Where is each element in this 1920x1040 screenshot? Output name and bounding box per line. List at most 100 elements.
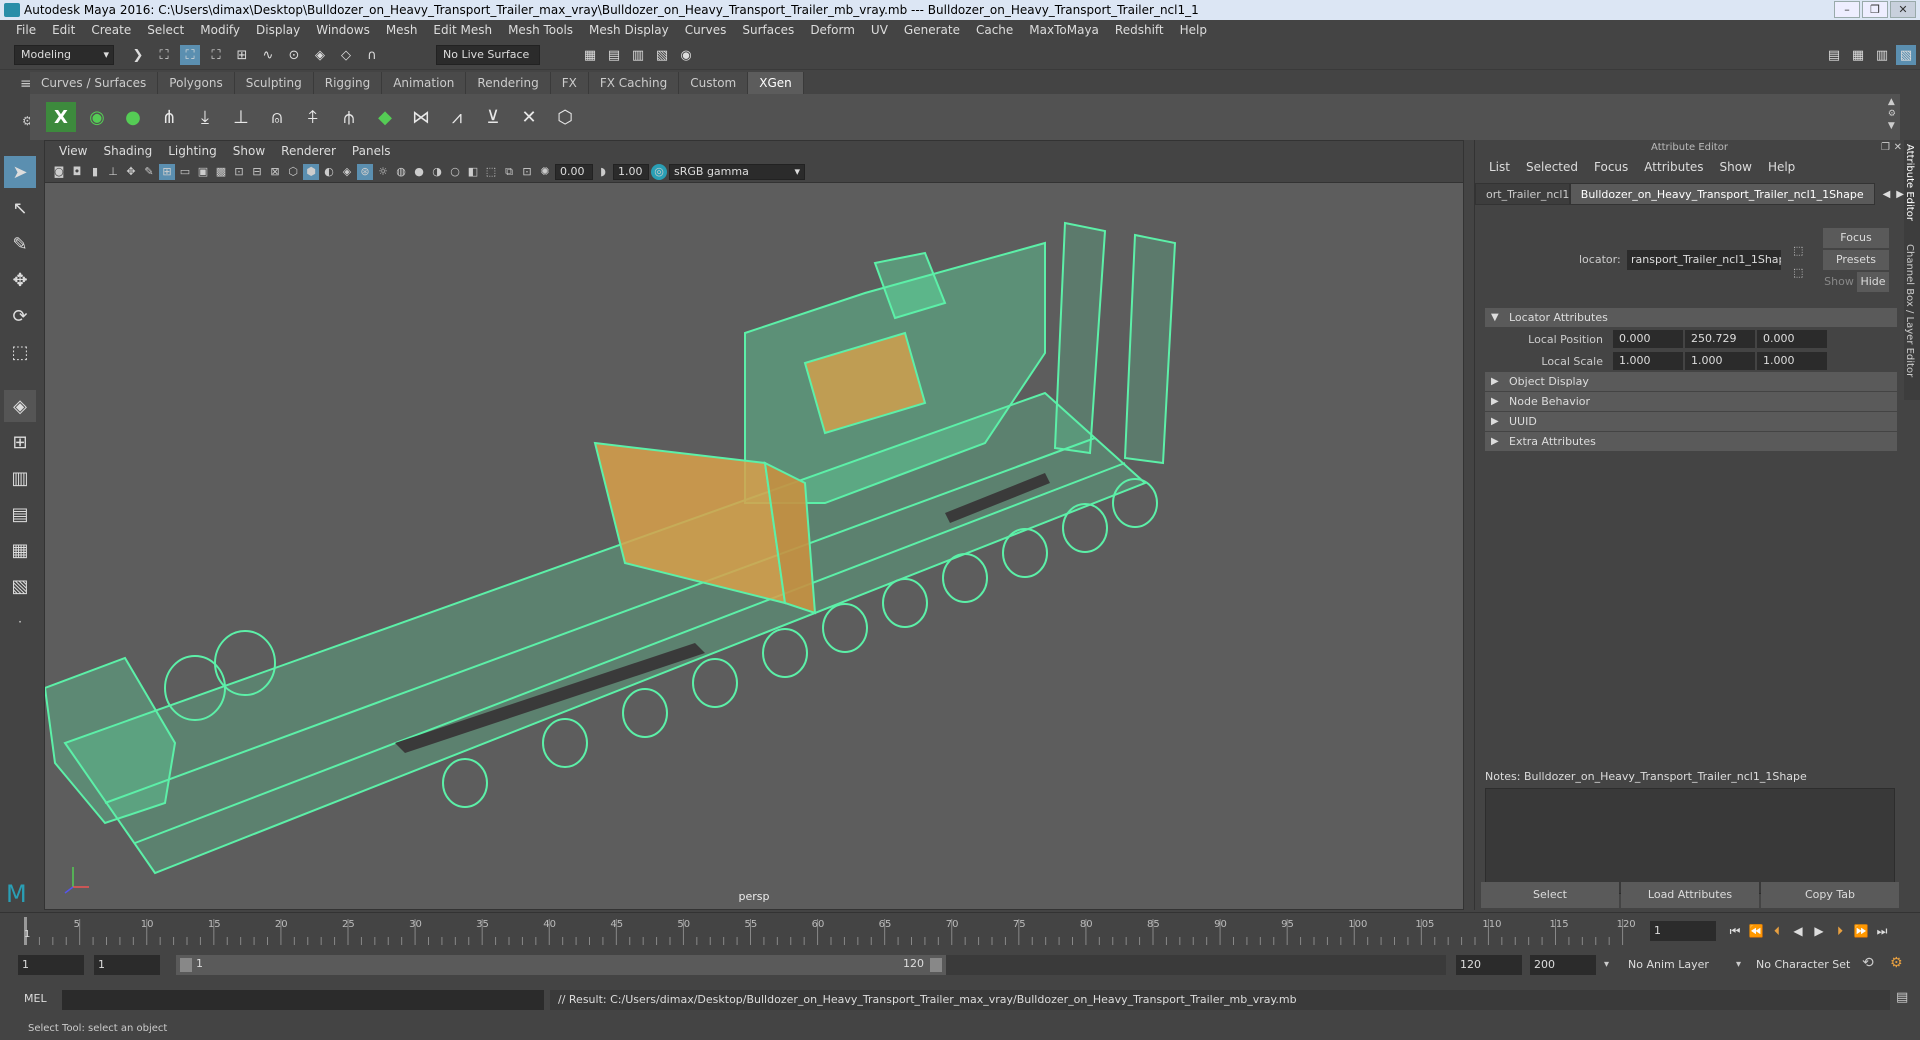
- menu-modify[interactable]: Modify: [192, 23, 248, 37]
- attribute-editor-toggle-icon[interactable]: ▦: [1848, 45, 1868, 65]
- graph-editor-layout-icon[interactable]: ▦: [4, 534, 36, 566]
- select-button[interactable]: Select: [1481, 882, 1619, 908]
- maximize-button[interactable]: ❐: [1862, 1, 1888, 18]
- magnet-icon[interactable]: ∩: [362, 45, 382, 65]
- range-slider-end-handle[interactable]: [930, 958, 942, 972]
- viewport-menu-view[interactable]: View: [51, 144, 95, 158]
- scale-tool-icon[interactable]: ⬚: [4, 336, 36, 368]
- node-preset-icon[interactable]: ⬚: [1793, 266, 1803, 279]
- safe-action-icon[interactable]: ⊟: [249, 164, 265, 180]
- smooth-shade-icon[interactable]: ⬢: [303, 163, 319, 180]
- live-surface-field[interactable]: No Live Surface: [436, 45, 540, 65]
- animation-prefs-icon[interactable]: ⚙: [1890, 955, 1903, 971]
- float-panel-icon[interactable]: ❐: [1881, 142, 1890, 153]
- anim-layer-dropdown[interactable]: No Anim Layer: [1624, 955, 1736, 975]
- outliner-layout-icon[interactable]: ▤: [4, 498, 36, 530]
- move-tool-icon[interactable]: ✥: [4, 264, 36, 296]
- color-space-dropdown[interactable]: sRGB gamma ▾: [669, 163, 805, 180]
- xgen-cut-icon[interactable]: ⊻: [478, 102, 508, 132]
- ae-menu-help[interactable]: Help: [1760, 160, 1803, 174]
- render-current-icon[interactable]: ▤: [604, 45, 624, 65]
- close-button[interactable]: ✕: [1890, 1, 1916, 18]
- script-editor-icon[interactable]: ▤: [1896, 990, 1908, 1005]
- xgen-lock-icon[interactable]: ⍏: [298, 102, 328, 132]
- xgen-window-icon[interactable]: X: [46, 102, 76, 132]
- two-view-layout-icon[interactable]: ▥: [4, 462, 36, 494]
- single-perspective-layout-icon[interactable]: ◈: [4, 390, 36, 422]
- use-all-lights-icon[interactable]: ⊛: [357, 163, 373, 180]
- shadows-icon[interactable]: ☼: [375, 164, 391, 180]
- wireframe-on-shaded-icon[interactable]: ◐: [321, 164, 337, 180]
- exposure-field[interactable]: 0.00: [555, 163, 593, 180]
- gamma-field[interactable]: 1.00: [613, 163, 649, 180]
- shelf-tab-xgen[interactable]: XGen: [748, 72, 804, 94]
- xgen-comb-icon[interactable]: ⩘: [442, 102, 472, 132]
- section-locator-attributes[interactable]: ▼ Locator Attributes: [1485, 308, 1897, 328]
- camera-attributes-icon[interactable]: ◘: [69, 164, 85, 180]
- viewport-menu-shading[interactable]: Shading: [95, 144, 160, 158]
- menu-maxtomaya[interactable]: MaxToMaya: [1021, 23, 1107, 37]
- range-slider-track[interactable]: [946, 955, 1446, 975]
- viewport-menu-lighting[interactable]: Lighting: [160, 144, 225, 158]
- range-slider[interactable]: 1 120: [176, 955, 946, 975]
- menu-uv[interactable]: UV: [863, 23, 896, 37]
- side-tab-channel-box[interactable]: Channel Box / Layer Editor: [1904, 240, 1915, 377]
- menu-mesh-tools[interactable]: Mesh Tools: [500, 23, 581, 37]
- shelf-tab-fx[interactable]: FX: [550, 72, 589, 94]
- gamma-icon[interactable]: ◗: [595, 164, 611, 180]
- menu-file[interactable]: File: [8, 23, 44, 37]
- copy-tab-button[interactable]: Copy Tab: [1761, 882, 1899, 908]
- two-d-pan-icon[interactable]: ✥: [123, 164, 139, 180]
- isolate-select-icon[interactable]: ◧: [465, 164, 481, 180]
- channel-box-toggle-icon[interactable]: ▧: [1896, 45, 1916, 65]
- script-language-toggle[interactable]: MEL: [24, 992, 47, 1005]
- shelf-tab-rigging[interactable]: Rigging: [313, 72, 383, 94]
- xray-icon[interactable]: ⬚: [483, 164, 499, 180]
- anim-layer-chevron-icon[interactable]: ▾: [1604, 955, 1609, 975]
- anti-alias-icon[interactable]: ◑: [429, 164, 445, 180]
- local-position-y[interactable]: 250.729: [1685, 330, 1755, 348]
- screen-space-ao-icon[interactable]: ◍: [393, 164, 409, 180]
- step-forward-key-icon[interactable]: ⏵: [1831, 922, 1849, 940]
- playback-end-field[interactable]: 120: [1456, 955, 1522, 975]
- xgen-add-guide-icon[interactable]: ⊥: [226, 102, 256, 132]
- shelf-tab-fx-caching[interactable]: FX Caching: [588, 72, 680, 94]
- play-backward-icon[interactable]: ◀: [1789, 922, 1807, 940]
- local-position-x[interactable]: 0.000: [1613, 330, 1683, 348]
- auto-key-icon[interactable]: ⟲: [1862, 955, 1874, 971]
- playback-start-field[interactable]: 1: [94, 955, 160, 975]
- tool-settings-icon[interactable]: ▥: [1872, 45, 1892, 65]
- menu-curves[interactable]: Curves: [677, 23, 735, 37]
- xgen-preview-icon[interactable]: ◉: [82, 102, 112, 132]
- ae-menu-show[interactable]: Show: [1712, 160, 1760, 174]
- hide-button[interactable]: Hide: [1857, 272, 1889, 292]
- textured-icon[interactable]: ◈: [339, 164, 355, 180]
- four-view-layout-icon[interactable]: ⊞: [4, 426, 36, 458]
- step-forward-icon[interactable]: ⏩: [1852, 922, 1870, 940]
- layout-more-icon[interactable]: ·: [4, 606, 36, 638]
- tab-scroll-right-icon[interactable]: ▶: [1896, 189, 1904, 200]
- snap-grid-icon[interactable]: ⊞: [232, 45, 252, 65]
- command-input[interactable]: [62, 990, 544, 1010]
- load-attributes-button[interactable]: Load Attributes: [1621, 882, 1759, 908]
- select-tool-icon[interactable]: ➤: [4, 156, 36, 188]
- menu-mesh-display[interactable]: Mesh Display: [581, 23, 677, 37]
- camera-select-icon[interactable]: ◙: [51, 164, 67, 180]
- select-hierarchy-icon[interactable]: ⛶: [154, 45, 174, 65]
- xray-joints-icon[interactable]: ⧉: [501, 164, 517, 180]
- select-component-icon[interactable]: ⛶: [206, 45, 226, 65]
- shelf-tab-curves-surfaces[interactable]: Curves / Surfaces: [30, 72, 159, 94]
- time-slider[interactable]: 5 10 15 20 25 30 35 40 45 50 55 60 65 70 75 80 85 90 95 100…: [0, 912, 1920, 948]
- go-to-start-icon[interactable]: ⏮: [1726, 922, 1744, 940]
- resolution-gate-icon[interactable]: ▣: [195, 164, 211, 180]
- bookmark-icon[interactable]: ▮: [87, 164, 103, 180]
- viewport-menu-renderer[interactable]: Renderer: [273, 144, 344, 158]
- xgen-layers-icon[interactable]: ◆: [370, 102, 400, 132]
- xgen-scale-icon[interactable]: ⋈: [406, 102, 436, 132]
- color-management-icon[interactable]: ◎: [651, 163, 667, 180]
- render-settings-icon[interactable]: ▧: [652, 45, 672, 65]
- image-plane-icon[interactable]: ⊥: [105, 164, 121, 180]
- xgen-create-icon[interactable]: ●: [118, 102, 148, 132]
- safe-title-icon[interactable]: ⊠: [267, 164, 283, 180]
- menu-mesh[interactable]: Mesh: [378, 23, 426, 37]
